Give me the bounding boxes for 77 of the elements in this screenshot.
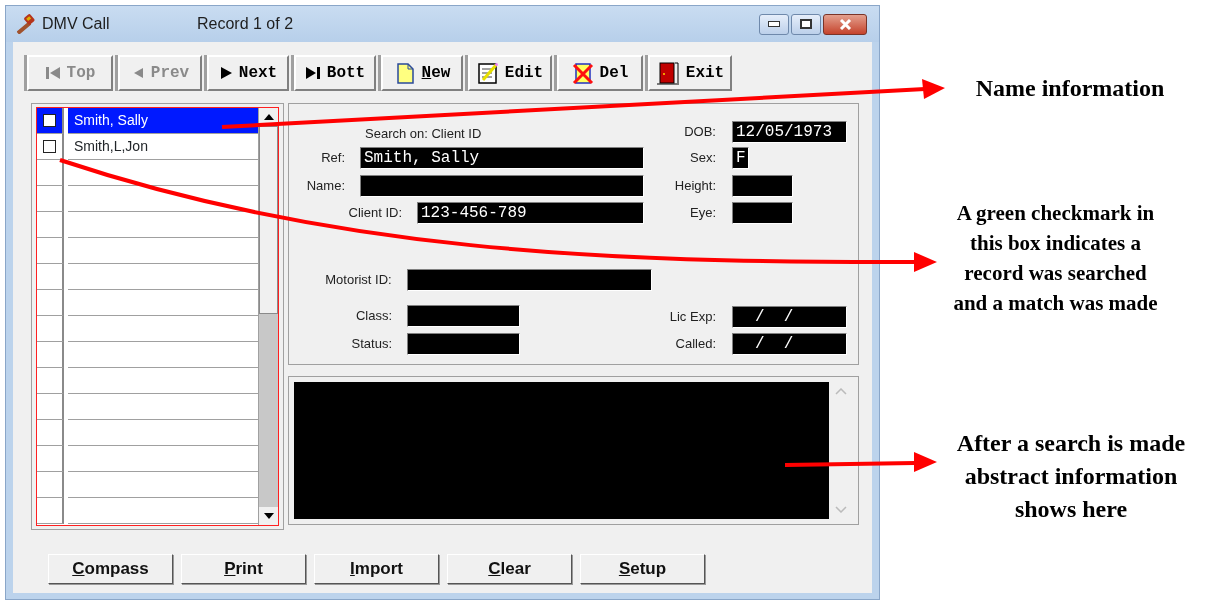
- annotation-text: After a search is made abstract information shows here: [955, 429, 1187, 524]
- scroll-thumb[interactable]: [259, 126, 278, 314]
- action-button[interactable]: Compass: [48, 554, 173, 584]
- record-name: Smith, Sally: [74, 111, 148, 130]
- record-name: Smith,L,Jon: [74, 137, 148, 156]
- empty-cell: [37, 472, 64, 498]
- empty-cell: [37, 290, 64, 316]
- input-field[interactable]: [407, 333, 520, 355]
- field-label: Height:: [673, 177, 716, 196]
- close-button[interactable]: [823, 13, 867, 35]
- empty-cell: [37, 238, 64, 264]
- close-icon: [838, 18, 852, 30]
- input-field[interactable]: [407, 305, 520, 327]
- last-record-icon: [304, 65, 321, 81]
- input-field[interactable]: F: [732, 147, 749, 169]
- record-counter: Record 1 of 2: [197, 14, 294, 34]
- door-icon: [655, 61, 680, 85]
- input-field[interactable]: [406, 269, 652, 291]
- field-label: Client ID:: [347, 204, 402, 223]
- empty-cell: [37, 498, 64, 524]
- action-button[interactable]: Clear: [447, 554, 572, 584]
- delete-document-icon: [571, 61, 594, 85]
- empty-cell: [37, 368, 64, 394]
- toolbar-button[interactable]: Exit: [648, 55, 732, 91]
- minimize-icon: [768, 21, 780, 27]
- maximize-icon: [800, 19, 812, 29]
- toolbar-button[interactable]: Next: [207, 55, 289, 91]
- gavel-icon: [14, 14, 36, 34]
- notepad-pencil-icon: [476, 61, 499, 85]
- action-button[interactable]: Setup: [580, 554, 705, 584]
- toolbar-button[interactable]: Edit: [468, 55, 552, 91]
- field-label: Lic Exp:: [668, 308, 716, 327]
- field-label: Status:: [350, 335, 392, 354]
- empty-cell: [37, 160, 64, 186]
- toolbar-button[interactable]: New: [381, 55, 463, 91]
- annotation-text: Name information: [974, 74, 1166, 103]
- action-button[interactable]: Import: [314, 554, 439, 584]
- action-button[interactable]: Print: [181, 554, 306, 584]
- checkbox[interactable]: [43, 114, 56, 127]
- maximize-button[interactable]: [791, 13, 821, 35]
- input-field[interactable]: / /: [732, 306, 847, 328]
- empty-cell: [37, 212, 64, 238]
- empty-cell: [37, 394, 64, 420]
- empty-cell: [37, 420, 64, 446]
- input-field[interactable]: [360, 175, 644, 197]
- input-field[interactable]: Smith, Sally: [360, 147, 644, 169]
- record-row[interactable]: Smith,L,Jon: [37, 134, 258, 160]
- minimize-button[interactable]: [759, 13, 789, 35]
- field-label: Eye:: [689, 204, 716, 223]
- input-field[interactable]: [732, 175, 793, 197]
- window-title: DMV Call: [42, 14, 111, 34]
- empty-cell: [37, 342, 64, 368]
- field-label: Ref:: [320, 149, 345, 168]
- input-field[interactable]: 12/05/1973: [732, 121, 847, 143]
- empty-cell: [37, 186, 64, 212]
- toolbar-button[interactable]: Bott: [294, 55, 376, 91]
- annotation-text: A green checkmark in this box indicates a record was searched and a match was made: [952, 200, 1159, 317]
- field-label: Name:: [305, 177, 345, 196]
- next-icon: [218, 65, 233, 81]
- field-label: Called:: [674, 335, 716, 354]
- scroll-down-icon[interactable]: [263, 513, 274, 519]
- field-label: Motorist ID:: [324, 271, 392, 290]
- field-label: Class:: [354, 307, 392, 326]
- scroll-up-icon[interactable]: [263, 114, 274, 120]
- input-field[interactable]: 123-456-789: [417, 202, 644, 224]
- first-record-icon: [44, 65, 61, 81]
- empty-cell: [37, 316, 64, 342]
- empty-cell: [37, 446, 64, 472]
- field-label: DOB:: [683, 123, 716, 142]
- field-label: Sex:: [689, 149, 716, 168]
- scrollbar[interactable]: [258, 108, 278, 525]
- toolbar-button[interactable]: Del: [557, 55, 643, 91]
- input-field[interactable]: [732, 202, 793, 224]
- search-on-label: Search on: Client ID: [365, 125, 482, 140]
- checkbox[interactable]: [43, 140, 56, 153]
- empty-cell: [37, 264, 64, 290]
- input-field[interactable]: / /: [732, 333, 847, 355]
